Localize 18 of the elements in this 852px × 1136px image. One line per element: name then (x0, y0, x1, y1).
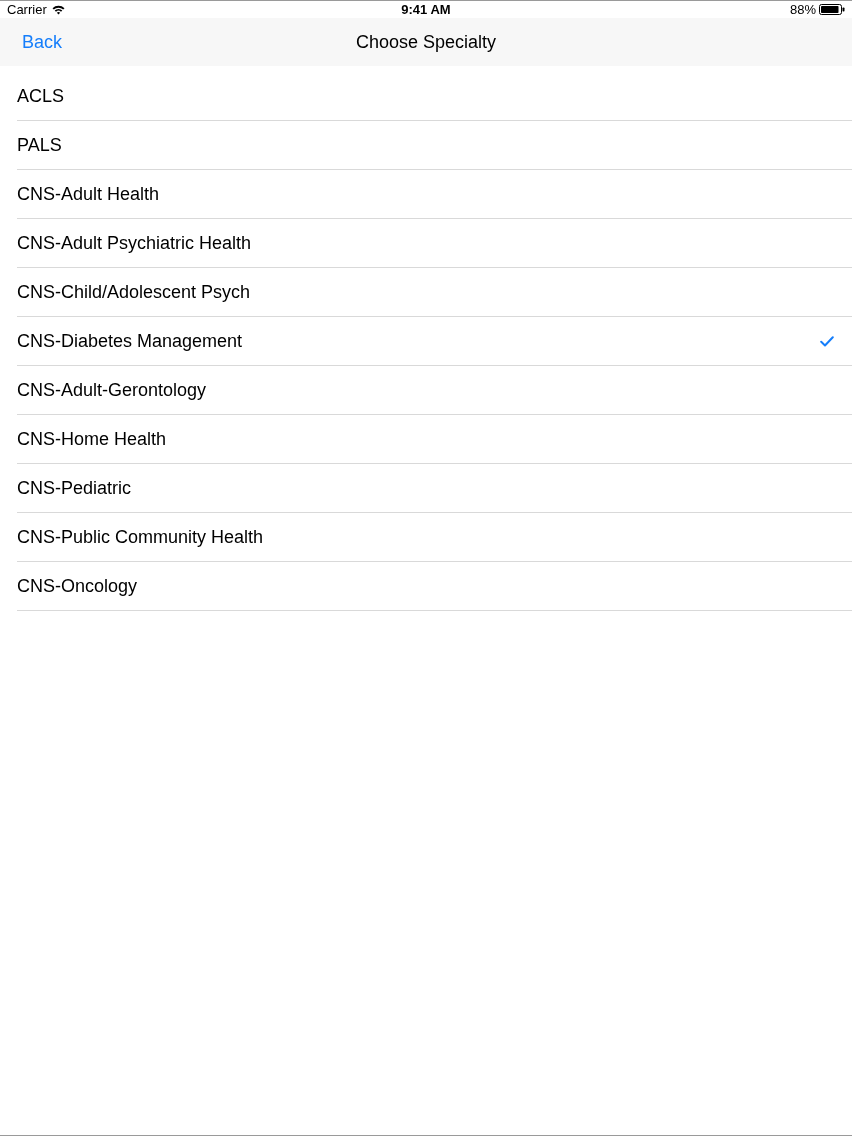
specialty-row[interactable]: CNS-Child/Adolescent Psych (17, 268, 852, 317)
specialty-row[interactable]: CNS-Diabetes Management (17, 317, 852, 366)
specialty-row[interactable]: CNS-Home Health (17, 415, 852, 464)
specialty-row[interactable]: CNS-Pediatric (17, 464, 852, 513)
back-button[interactable]: Back (22, 33, 63, 51)
carrier-label: Carrier (7, 3, 47, 16)
specialty-row[interactable]: CNS-Adult Psychiatric Health (17, 219, 852, 268)
clock-time: 9:41 AM (401, 3, 451, 16)
specialty-row[interactable]: CNS-Public Community Health (17, 513, 852, 562)
battery-percent: 88% (789, 3, 816, 16)
specialty-row[interactable]: ACLS (17, 72, 852, 121)
wifi-icon (51, 4, 65, 15)
specialty-row[interactable]: CNS-Adult-Gerontology (17, 366, 852, 415)
battery-icon (819, 4, 845, 15)
specialty-row[interactable]: CNS-Adult Health (17, 170, 852, 219)
specialty-row[interactable]: PALS (17, 121, 852, 170)
screen-title: Choose Specialty (355, 33, 497, 51)
specialty-row[interactable]: CNS-Oncology (17, 562, 852, 611)
